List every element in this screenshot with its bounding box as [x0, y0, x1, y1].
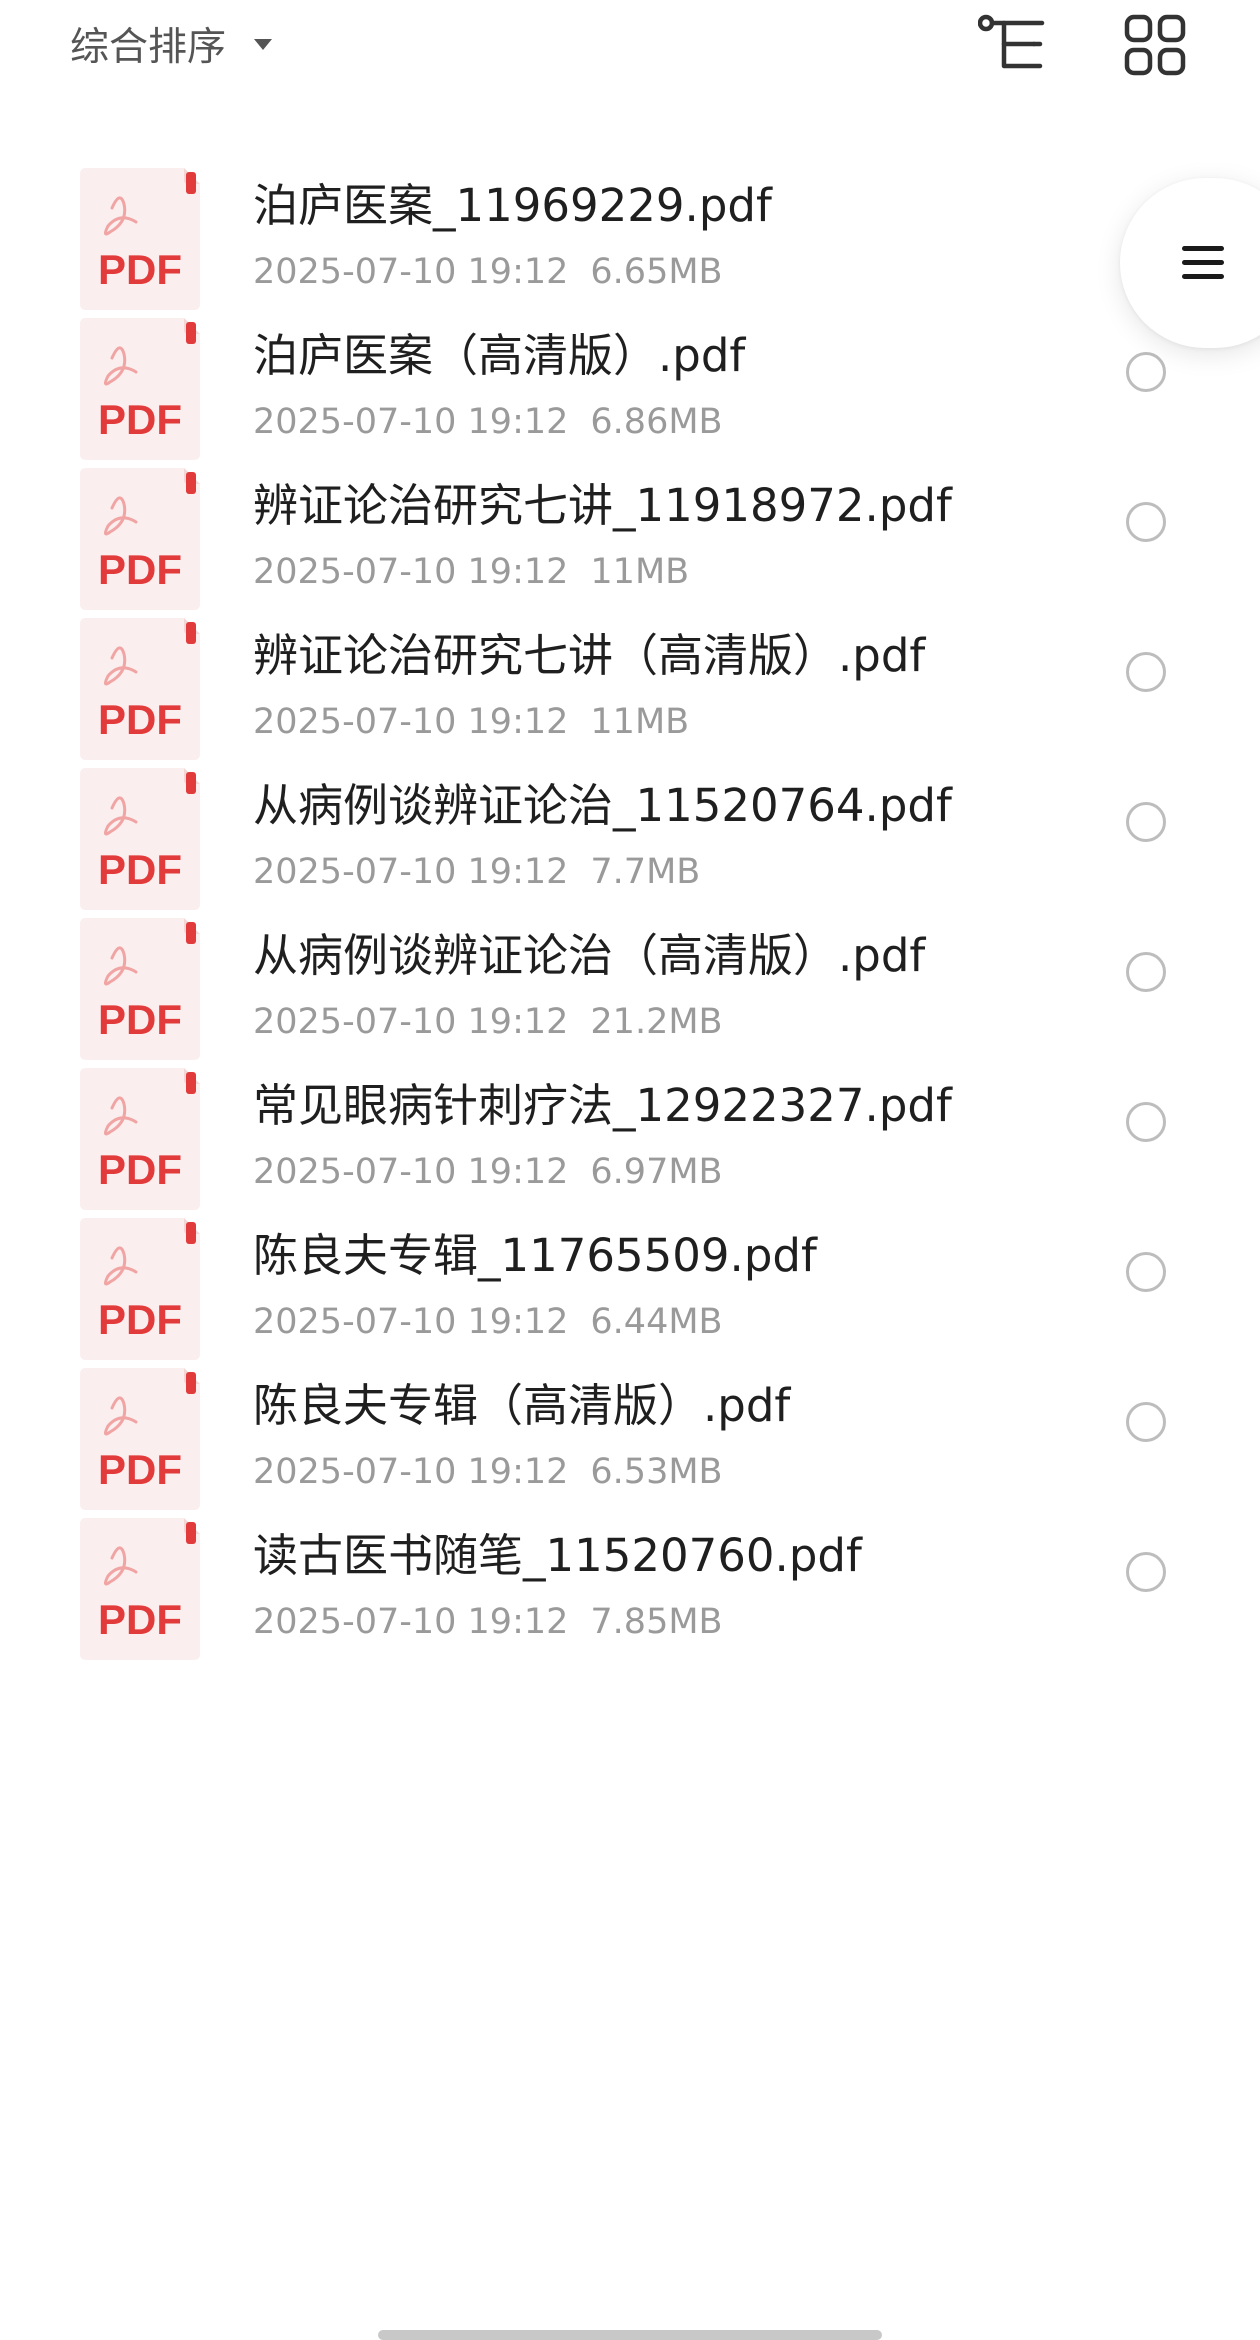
select-radio[interactable] — [1126, 1102, 1166, 1142]
select-radio[interactable] — [1126, 1402, 1166, 1442]
file-name: 读古医书随笔_11520760.pdf — [253, 1529, 862, 1582]
file-meta: 2025-07-10 19:12 7.85MB — [253, 1600, 723, 1644]
home-indicator[interactable] — [378, 2330, 882, 2340]
select-radio[interactable] — [1126, 802, 1166, 842]
file-name: 从病例谈辨证论治（高清版）.pdf — [253, 929, 926, 982]
file-size: 7.85MB — [590, 1602, 723, 1642]
select-radio[interactable] — [1126, 652, 1166, 692]
file-name: 泊庐医案_11969229.pdf — [253, 179, 772, 232]
file-name: 辨证论治研究七讲_11918972.pdf — [253, 479, 952, 532]
file-name: 陈良夫专辑_11765509.pdf — [253, 1229, 817, 1282]
file-name: 陈良夫专辑（高清版）.pdf — [253, 1379, 791, 1432]
menu-icon — [1182, 242, 1224, 284]
pdf-file-icon: PDF — [80, 1518, 200, 1660]
file-name: 常见眼病针刺疗法_12922327.pdf — [253, 1079, 952, 1132]
file-item[interactable]: PDF 读古医书随笔_11520760.pdf 2025-07-10 19:12… — [0, 1462, 1260, 1686]
select-radio[interactable] — [1126, 1252, 1166, 1292]
file-name: 泊庐医案（高清版）.pdf — [253, 329, 746, 382]
select-radio[interactable] — [1126, 352, 1166, 392]
select-radio[interactable] — [1126, 1552, 1166, 1592]
file-date: 2025-07-10 19:12 — [253, 1602, 569, 1642]
file-name: 辨证论治研究七讲（高清版）.pdf — [253, 629, 926, 682]
select-radio[interactable] — [1126, 502, 1166, 542]
select-radio[interactable] — [1126, 952, 1166, 992]
file-list: PDF 泊庐医案_11969229.pdf 2025-07-10 19:12 6.… — [0, 0, 1260, 2340]
file-name: 从病例谈辨证论治_11520764.pdf — [253, 779, 952, 832]
svg-text:PDF: PDF — [98, 1596, 182, 1643]
